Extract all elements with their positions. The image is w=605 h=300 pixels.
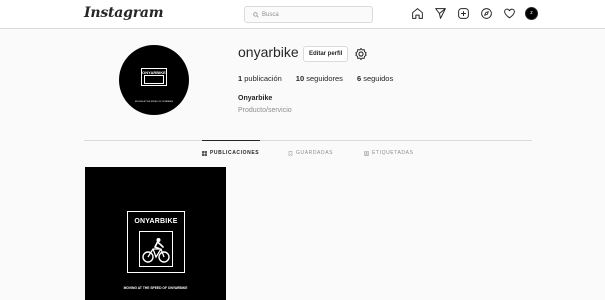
profile-full-name: Onyarbike — [238, 95, 273, 102]
tabs-divider — [84, 140, 532, 141]
stat-followers[interactable]: 10 seguidores — [296, 74, 343, 83]
post-bike-frame — [139, 231, 173, 267]
profile-category: Producto/servicio — [238, 107, 292, 114]
grid-icon — [202, 150, 207, 156]
settings-gear-icon[interactable] — [354, 47, 368, 61]
profile-tabs: PUBLICACIONES GUARDADAS ETIQUETADAS — [0, 150, 605, 160]
post-slogan: MOVING AT THE SPEED OF ONYARBIKE — [123, 286, 188, 290]
profile-stats: 1 publicación 10 seguidores 6 seguidos — [238, 74, 407, 83]
bookmark-icon — [288, 150, 293, 156]
tab-etiquetadas[interactable]: ETIQUETADAS — [364, 150, 414, 156]
cyclist-icon — [142, 238, 170, 263]
new-post-icon[interactable] — [456, 6, 470, 20]
activity-heart-icon[interactable] — [502, 6, 516, 20]
tab-guardadas[interactable]: GUARDADAS — [288, 150, 333, 156]
post-brand-text: ONYARBIKE — [134, 218, 178, 225]
post-thumbnail[interactable]: ONYARBIKE MOVING AT THE SPEED OF ONYARBI… — [85, 167, 226, 300]
stat-following[interactable]: 6 seguidos — [357, 74, 393, 83]
instagram-logo[interactable]: Instagram — [84, 5, 164, 21]
active-tab-indicator — [202, 140, 260, 141]
search-icon — [253, 11, 259, 18]
avatar-slogan: MOVING AT THE SPEED OF ONYARBIKE — [134, 101, 174, 103]
tab-publicaciones[interactable]: PUBLICACIONES — [202, 150, 259, 156]
search-input[interactable]: Busca — [244, 6, 373, 23]
explore-icon[interactable] — [479, 6, 493, 20]
stat-posts: 1 publicación — [238, 74, 282, 83]
profile-avatar[interactable]: z — [525, 6, 538, 20]
search-placeholder: Busca — [262, 11, 279, 18]
tagged-icon — [364, 150, 369, 156]
profile-picture[interactable]: ONYARBIKE MOVING AT THE SPEED OF ONYARBI… — [119, 45, 189, 115]
top-nav: Instagram Busca z — [0, 0, 605, 29]
home-icon[interactable] — [410, 6, 424, 20]
avatar-initial: z — [530, 10, 533, 16]
direct-icon[interactable] — [433, 6, 447, 20]
profile-username: onyarbike — [238, 44, 299, 60]
edit-profile-button[interactable]: Editar perfil — [303, 46, 349, 62]
bike-icon — [144, 75, 164, 84]
